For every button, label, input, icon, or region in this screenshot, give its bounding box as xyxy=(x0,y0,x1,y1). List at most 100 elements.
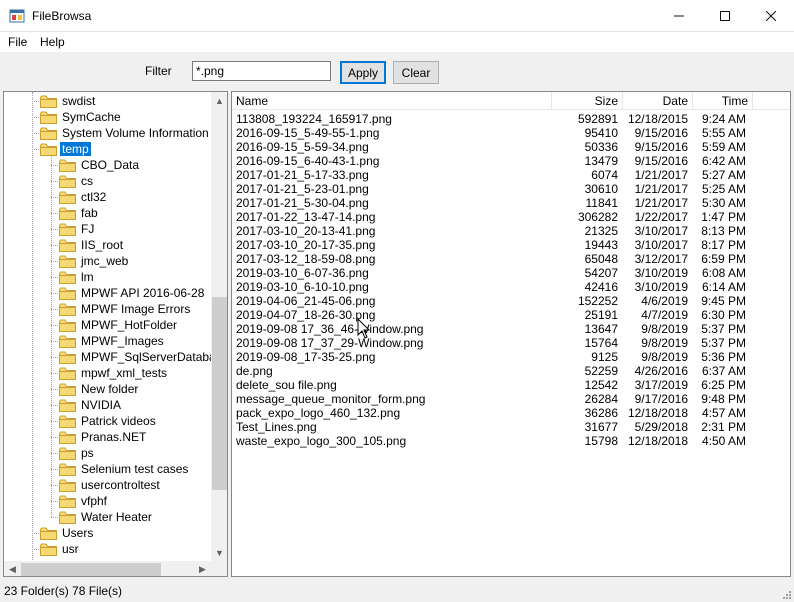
tree-node[interactable]: cs xyxy=(59,173,95,189)
column-header-date[interactable]: Date xyxy=(623,92,693,110)
file-row[interactable]: 2019-04-06_21-45-06.png 152252 4/6/2019 9:4… xyxy=(232,294,790,308)
file-row[interactable]: 2017-03-10_20-17-35.png 19443 3/10/2017 8:1… xyxy=(232,238,790,252)
file-date: 12/18/2018 xyxy=(627,434,688,448)
tree-node-label: ctl32 xyxy=(81,190,107,204)
tree-node[interactable]: usr xyxy=(40,541,81,557)
file-row[interactable]: 2019-03-10_6-07-36.png 54207 3/10/2019 6:08… xyxy=(232,266,790,280)
tree-node[interactable]: IIS_root xyxy=(59,237,125,253)
tree-node[interactable]: fab xyxy=(59,205,100,221)
tree-node[interactable]: MPWF API 2016-06-28 xyxy=(59,285,206,301)
tree-line xyxy=(32,533,39,534)
maximize-button[interactable] xyxy=(702,0,748,31)
file-row[interactable]: 2017-01-22_13-47-14.png 306282 1/22/2017 1:… xyxy=(232,210,790,224)
folder-icon xyxy=(59,287,76,300)
tree-node[interactable]: MPWF_HotFolder xyxy=(59,317,179,333)
file-row[interactable]: pack_expo_logo_460_132.png 36286 12/18/201… xyxy=(232,406,790,420)
tree-node[interactable]: System Volume Information xyxy=(40,125,211,141)
file-row[interactable]: message_queue_monitor_form.png 26284 9/17/… xyxy=(232,392,790,406)
file-row[interactable]: 113808_193224_165917.png 592891 12/18/2015… xyxy=(232,112,790,126)
folder-icon xyxy=(59,207,76,220)
file-name: 2017-01-22_13-47-14.png xyxy=(236,210,376,224)
column-header-name[interactable]: Name xyxy=(232,92,552,110)
menu-help[interactable]: Help xyxy=(40,35,65,49)
scroll-left-arrow-icon[interactable]: ◀ xyxy=(4,561,21,576)
scroll-up-arrow-icon[interactable]: ▲ xyxy=(211,92,227,109)
tree-node[interactable]: SymCache xyxy=(40,109,123,125)
column-header-time[interactable]: Time xyxy=(693,92,753,110)
clear-button[interactable]: Clear xyxy=(393,61,439,84)
column-header-filler xyxy=(753,92,790,110)
tree-node[interactable]: lm xyxy=(59,269,96,285)
file-row[interactable]: 2019-09-08_17-35-25.png 9125 9/8/2019 5:36 … xyxy=(232,350,790,364)
file-row[interactable]: 2019-04-07_18-26-30.png 25191 4/7/2019 6:30… xyxy=(232,308,790,322)
file-row[interactable]: 2017-01-21_5-30-04.png 11841 1/21/2017 5:30… xyxy=(232,196,790,210)
file-row[interactable]: delete_sou file.png 12542 3/17/2019 6:25 PM xyxy=(232,378,790,392)
tree-node[interactable]: New folder xyxy=(59,381,140,397)
file-row[interactable]: 2016-09-15_5-59-34.png 50336 9/15/2016 5:59… xyxy=(232,140,790,154)
tree-node[interactable]: MPWF Image Errors xyxy=(59,301,192,317)
file-size: 50336 xyxy=(584,140,618,154)
file-size: 52259 xyxy=(584,364,618,378)
tree-node[interactable]: usercontroltest xyxy=(59,477,162,493)
folder-icon xyxy=(59,399,76,412)
scroll-down-arrow-icon[interactable]: ▼ xyxy=(211,544,227,561)
scroll-right-arrow-icon[interactable]: ▶ xyxy=(194,561,211,576)
tree-node[interactable]: FJ xyxy=(59,221,96,237)
file-row[interactable]: de.png 52259 4/26/2016 6:37 AM xyxy=(232,364,790,378)
tree-node[interactable]: Pranas.NET xyxy=(59,429,148,445)
tree-node[interactable]: ps xyxy=(59,445,96,461)
menu-file[interactable]: File xyxy=(8,35,27,49)
tree-node[interactable]: vfphf xyxy=(59,493,109,509)
file-size: 9125 xyxy=(591,350,618,364)
file-row[interactable]: 2019-09-08 17_37_29-Window.png 15764 9/8/2… xyxy=(232,336,790,350)
file-row[interactable]: 2017-01-21_5-23-01.png 30610 1/21/2017 5:25… xyxy=(232,182,790,196)
file-name: 2019-03-10_6-07-36.png xyxy=(236,266,369,280)
resize-grip-icon[interactable] xyxy=(782,590,792,600)
file-time: 6:25 PM xyxy=(701,378,746,392)
tree-node[interactable]: MPWF_SqlServerDatabase xyxy=(59,349,227,365)
file-row[interactable]: 2016-09-15_6-40-43-1.png 13479 9/15/2016 6:… xyxy=(232,154,790,168)
tree-node-label: usr xyxy=(62,542,79,556)
tree-horizontal-scrollbar[interactable]: ◀ ▶ xyxy=(4,561,211,576)
file-name: message_queue_monitor_form.png xyxy=(236,392,426,406)
file-list[interactable]: Name Size Date Time 113808_193224_165917… xyxy=(231,91,791,577)
filter-input[interactable] xyxy=(192,61,331,81)
minimize-button[interactable] xyxy=(656,0,702,31)
column-header-size[interactable]: Size xyxy=(552,92,623,110)
tree-node[interactable]: swdist xyxy=(40,93,97,109)
folder-icon xyxy=(59,223,76,236)
file-row[interactable]: 2017-03-10_20-13-41.png 21325 3/10/2017 8:1… xyxy=(232,224,790,238)
tree-node[interactable]: CBO_Data xyxy=(59,157,141,173)
file-row[interactable]: 2019-09-08 17_36_46-Window.png 13647 9/8/2… xyxy=(232,322,790,336)
file-row[interactable]: 2019-03-10_6-10-10.png 42416 3/10/2019 6:14… xyxy=(232,280,790,294)
file-row[interactable]: 2017-03-12_18-59-08.png 65048 3/12/2017 6:5… xyxy=(232,252,790,266)
tree-vertical-scrollbar[interactable]: ▲ ▼ xyxy=(211,92,227,561)
folder-icon xyxy=(40,111,57,124)
tree-node[interactable]: mpwf_xml_tests xyxy=(59,365,169,381)
folder-tree[interactable]: swdist SymCache System Volume Information t… xyxy=(3,91,228,577)
tree-node[interactable]: jmc_web xyxy=(59,253,130,269)
tree-horizontal-scroll-thumb[interactable] xyxy=(21,563,161,576)
file-size: 31677 xyxy=(584,420,618,434)
menu-bar: File Help xyxy=(0,32,794,52)
file-row[interactable]: Test_Lines.png 31677 5/29/2018 2:31 PM xyxy=(232,420,790,434)
tree-node[interactable]: temp xyxy=(40,141,91,157)
tree-node[interactable]: ctl32 xyxy=(59,189,108,205)
apply-button[interactable]: Apply xyxy=(340,61,386,84)
tree-line xyxy=(51,437,58,438)
tree-node[interactable]: Water Heater xyxy=(59,509,154,525)
file-size: 152252 xyxy=(577,294,618,308)
tree-node[interactable]: Patrick videos xyxy=(59,413,158,429)
tree-node[interactable]: NVIDIA xyxy=(59,397,123,413)
tree-node[interactable]: Selenium test cases xyxy=(59,461,190,477)
file-row[interactable]: 2017-01-21_5-17-33.png 6074 1/21/2017 5:27 … xyxy=(232,168,790,182)
close-button[interactable] xyxy=(748,0,794,31)
tree-vertical-scroll-thumb[interactable] xyxy=(212,297,227,490)
tree-node[interactable]: Users xyxy=(40,525,95,541)
file-name: 2017-01-21_5-23-01.png xyxy=(236,182,369,196)
file-size: 12542 xyxy=(584,378,618,392)
file-row[interactable]: 2016-09-15_5-49-55-1.png 95410 9/15/2016 5:… xyxy=(232,126,790,140)
file-row[interactable]: waste_expo_logo_300_105.png 15798 12/18/20… xyxy=(232,434,790,448)
tree-node-label: Patrick videos xyxy=(81,414,156,428)
tree-node[interactable]: MPWF_Images xyxy=(59,333,166,349)
